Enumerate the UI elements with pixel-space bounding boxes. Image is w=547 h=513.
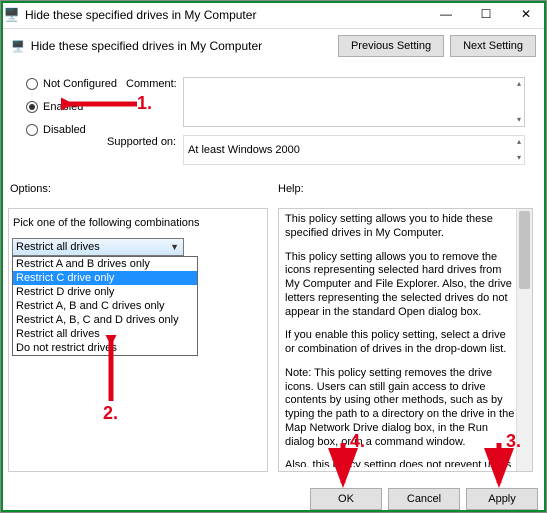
radio-icon bbox=[26, 124, 38, 136]
titlebar: 🖥️ Hide these specified drives in My Com… bbox=[1, 1, 546, 29]
help-text: Note: This policy setting removes the dr… bbox=[285, 367, 517, 450]
chevron-down-icon: ▾ bbox=[517, 153, 543, 162]
policy-icon: 🖥️ bbox=[11, 40, 25, 53]
radio-icon bbox=[26, 78, 38, 90]
footer: OK Cancel Apply bbox=[310, 488, 538, 510]
subheader: 🖥️ Hide these specified drives in My Com… bbox=[1, 29, 546, 63]
chevron-down-icon: ▼ bbox=[170, 242, 179, 252]
scrollbar[interactable] bbox=[516, 209, 532, 471]
list-item[interactable]: Restrict C drive only bbox=[13, 271, 197, 285]
comment-label: Comment: bbox=[126, 78, 177, 90]
help-text: This policy setting allows you to remove… bbox=[285, 251, 517, 320]
callout-1: 1. bbox=[137, 93, 152, 114]
maximize-button[interactable]: ☐ bbox=[466, 1, 506, 28]
help-frame: This policy setting allows you to hide t… bbox=[278, 208, 533, 472]
combo-selected: Restrict all drives bbox=[16, 241, 100, 253]
chevron-up-icon: ▴ bbox=[517, 79, 543, 88]
options-label: Options: bbox=[10, 183, 51, 195]
drives-dropdown[interactable]: Restrict A and B drives only Restrict C … bbox=[12, 256, 198, 356]
help-text: This policy setting allows you to hide t… bbox=[285, 213, 517, 241]
apply-button[interactable]: Apply bbox=[466, 488, 538, 510]
list-item[interactable]: Restrict all drives bbox=[13, 327, 197, 341]
list-item[interactable]: Restrict A, B, C and D drives only bbox=[13, 313, 197, 327]
drives-combo[interactable]: Restrict all drives ▼ bbox=[12, 238, 184, 256]
help-text: Also, this policy setting does not preve… bbox=[285, 459, 517, 467]
radio-label: Enabled bbox=[43, 101, 83, 113]
radio-not-configured[interactable]: Not Configured bbox=[26, 78, 117, 90]
list-item[interactable]: Restrict D drive only bbox=[13, 285, 197, 299]
supported-text: At least Windows 2000 bbox=[188, 144, 300, 156]
pick-label: Pick one of the following combinations bbox=[13, 217, 200, 229]
window-title: Hide these specified drives in My Comput… bbox=[23, 8, 426, 22]
list-item[interactable]: Restrict A and B drives only bbox=[13, 257, 197, 271]
cancel-button[interactable]: Cancel bbox=[388, 488, 460, 510]
scrollbar-thumb[interactable] bbox=[519, 211, 530, 289]
help-text: If you enable this policy setting, selec… bbox=[285, 329, 517, 357]
chevron-up-icon: ▴ bbox=[517, 137, 543, 146]
next-setting-button[interactable]: Next Setting bbox=[450, 35, 536, 57]
radio-label: Disabled bbox=[43, 124, 86, 136]
radio-icon bbox=[26, 101, 38, 113]
help-label: Help: bbox=[278, 183, 304, 195]
supported-on-field: At least Windows 2000 bbox=[183, 135, 525, 165]
ok-button[interactable]: OK bbox=[310, 488, 382, 510]
app-icon: 🖥️ bbox=[1, 7, 23, 23]
list-item[interactable]: Do not restrict drives bbox=[13, 341, 197, 355]
radio-enabled[interactable]: Enabled bbox=[26, 101, 83, 113]
radio-disabled[interactable]: Disabled bbox=[26, 124, 86, 136]
chevron-down-icon: ▾ bbox=[517, 115, 543, 124]
radio-label: Not Configured bbox=[43, 78, 117, 90]
close-button[interactable]: ✕ bbox=[506, 1, 546, 28]
supported-label: Supported on: bbox=[107, 136, 176, 148]
policy-title: Hide these specified drives in My Comput… bbox=[31, 39, 332, 53]
minimize-button[interactable]: — bbox=[426, 1, 466, 28]
previous-setting-button[interactable]: Previous Setting bbox=[338, 35, 444, 57]
list-item[interactable]: Restrict A, B and C drives only bbox=[13, 299, 197, 313]
comment-field[interactable] bbox=[183, 77, 525, 127]
